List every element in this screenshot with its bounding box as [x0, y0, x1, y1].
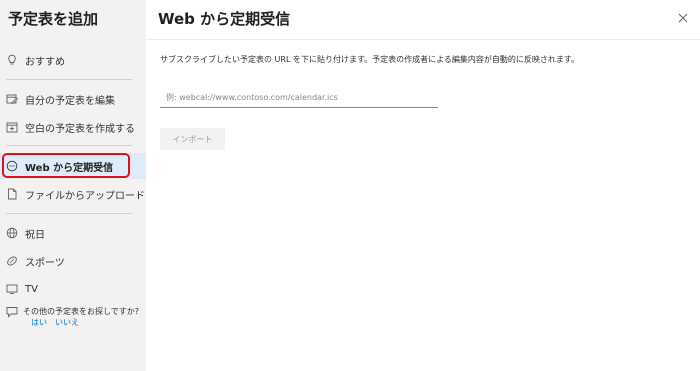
sidebar: 予定表を追加 おすすめ 自分の予定表を編集 空白の予定表を作成する Web から… [0, 0, 146, 371]
close-icon [678, 8, 688, 27]
add-calendar-icon [6, 121, 18, 133]
sidebar-item-label: TV [25, 283, 38, 295]
calendar-url-input[interactable] [160, 88, 438, 108]
instructions-text: サブスクライブしたい予定表の URL を下に貼り付けます。予定表の作成者による編… [160, 55, 580, 64]
sidebar-item-label: 祝日 [25, 229, 45, 241]
sidebar-item-edit-calendars[interactable]: 自分の予定表を編集 [0, 86, 146, 112]
feedback-no-link[interactable]: いいえ [55, 318, 79, 327]
sidebar-item-upload-file[interactable]: ファイルからアップロード [0, 181, 146, 207]
sidebar-item-create-blank[interactable]: 空白の予定表を作成する [0, 114, 146, 140]
close-button[interactable] [676, 10, 690, 24]
header-divider [146, 39, 700, 40]
sidebar-item-label: おすすめ [25, 56, 65, 68]
sidebar-title: 予定表を追加 [8, 10, 99, 28]
feedback-icon [6, 306, 18, 318]
sidebar-item-tv[interactable]: TV [0, 276, 146, 302]
sports-ball-icon [6, 255, 18, 267]
file-upload-icon [6, 188, 18, 200]
sidebar-item-label: 空白の予定表を作成する [25, 123, 135, 135]
edit-calendar-icon [6, 93, 18, 105]
sidebar-item-holidays[interactable]: 祝日 [0, 220, 146, 246]
feedback-yes-link[interactable]: はい [31, 318, 47, 327]
tv-icon [6, 283, 18, 295]
sidebar-divider [6, 145, 132, 146]
feedback-question: その他の予定表をお探しですか? [23, 307, 140, 316]
globe-icon [6, 227, 18, 239]
selection-highlight [2, 153, 130, 178]
sidebar-item-label: ファイルからアップロード [25, 190, 145, 202]
sidebar-divider [6, 79, 132, 80]
lightbulb-icon [6, 54, 18, 66]
page-title: Web から定期受信 [158, 10, 291, 28]
sidebar-item-label: 自分の予定表を編集 [25, 95, 115, 107]
sidebar-item-suggested[interactable]: おすすめ [0, 47, 146, 73]
feedback-prompt: その他の予定表をお探しですか? はい いいえ [6, 306, 142, 328]
import-button[interactable]: インポート [160, 128, 225, 150]
sidebar-item-label: スポーツ [25, 257, 65, 269]
sidebar-divider [6, 213, 132, 214]
sidebar-item-sports[interactable]: スポーツ [0, 248, 146, 274]
